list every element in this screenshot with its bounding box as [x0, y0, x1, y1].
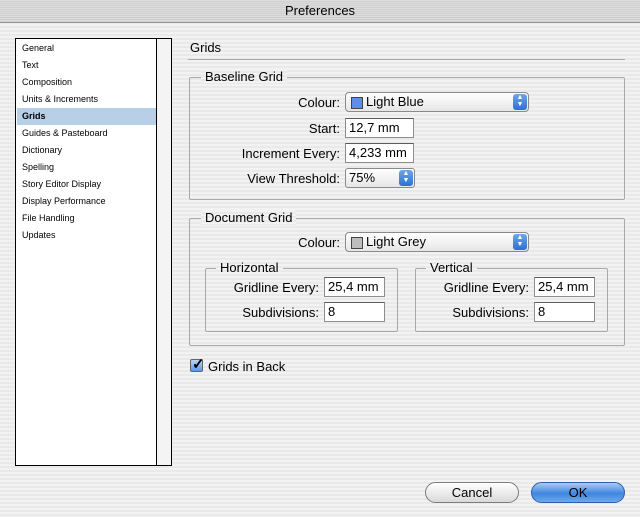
- sidebar-item-general[interactable]: General: [17, 40, 157, 57]
- baseline-grid-label: Baseline Grid: [201, 69, 288, 84]
- vertical-subdivisions-label: Subdivisions:: [452, 305, 529, 320]
- sidebar-item-dictionary[interactable]: Dictionary: [17, 142, 157, 159]
- vertical-label: Vertical: [426, 260, 477, 275]
- baseline-colour-label: Colour:: [298, 95, 340, 110]
- updown-arrows-icon: ▲ ▼: [513, 234, 527, 250]
- sidebar-item-text[interactable]: Text: [17, 57, 157, 74]
- horizontal-subdivisions-label: Subdivisions:: [242, 305, 319, 320]
- grids-in-back-label[interactable]: Grids in Back: [208, 359, 285, 374]
- sidebar-item-units-increments[interactable]: Units & Increments: [17, 91, 157, 108]
- horizontal-subdivisions-field[interactable]: 8: [324, 302, 385, 322]
- sidebar-item-spelling[interactable]: Spelling: [17, 159, 157, 176]
- cancel-button[interactable]: Cancel: [425, 482, 519, 503]
- horizontal-gridline-field[interactable]: 25,4 mm: [324, 277, 385, 297]
- baseline-start-label: Start:: [308, 121, 340, 136]
- sidebar-item-grids[interactable]: Grids: [17, 108, 157, 125]
- view-threshold-label: View Threshold:: [247, 171, 340, 186]
- vertical-gridline-field[interactable]: 25,4 mm: [534, 277, 595, 297]
- horizontal-label: Horizontal: [216, 260, 283, 275]
- sidebar-item-guides-pasteboard[interactable]: Guides & Pasteboard: [17, 125, 157, 142]
- grids-in-back-checkbox[interactable]: ✓: [190, 356, 205, 373]
- sidebar-item-story-editor-display[interactable]: Story Editor Display: [17, 176, 157, 193]
- vertical-gridline-label: Gridline Every:: [443, 280, 529, 295]
- sidebar-scrollbar[interactable]: [156, 39, 171, 465]
- vertical-subdivisions-field[interactable]: 8: [534, 302, 595, 322]
- panel-divider: [188, 59, 625, 60]
- document-colour-swatch: [351, 237, 363, 249]
- baseline-colour-popup[interactable]: Light Blue ▲ ▼: [345, 92, 529, 112]
- checkmark-icon: ✓: [192, 356, 205, 373]
- sidebar-item-updates[interactable]: Updates: [17, 227, 157, 244]
- baseline-increment-label: Increment Every:: [241, 146, 340, 161]
- ok-button[interactable]: OK: [531, 482, 625, 503]
- sidebar-item-display-performance[interactable]: Display Performance: [17, 193, 157, 210]
- updown-arrows-icon[interactable]: ▲ ▼: [399, 170, 413, 186]
- sidebar-list: General Text Composition Units & Increments…: [17, 40, 157, 244]
- baseline-increment-field[interactable]: 4,233 mm: [345, 143, 414, 163]
- document-grid-label: Document Grid: [201, 210, 297, 225]
- view-threshold-stepper[interactable]: 75% ▲ ▼: [345, 168, 415, 188]
- panel-title: Grids: [190, 40, 222, 55]
- view-threshold-value: 75%: [349, 170, 376, 185]
- horizontal-gridline-label: Gridline Every:: [233, 280, 319, 295]
- document-colour-value: Light Grey: [366, 234, 426, 249]
- sidebar-item-composition[interactable]: Composition: [17, 74, 157, 91]
- preferences-sidebar: General Text Composition Units & Increments…: [15, 38, 172, 466]
- sidebar-item-file-handling[interactable]: File Handling: [17, 210, 157, 227]
- baseline-colour-value: Light Blue: [366, 94, 424, 109]
- document-colour-label: Colour:: [298, 235, 340, 250]
- updown-arrows-icon: ▲ ▼: [513, 94, 527, 110]
- window-title: Preferences: [0, 0, 640, 23]
- baseline-colour-swatch: [351, 97, 363, 109]
- document-colour-popup[interactable]: Light Grey ▲ ▼: [345, 232, 529, 252]
- baseline-start-field[interactable]: 12,7 mm: [345, 118, 414, 138]
